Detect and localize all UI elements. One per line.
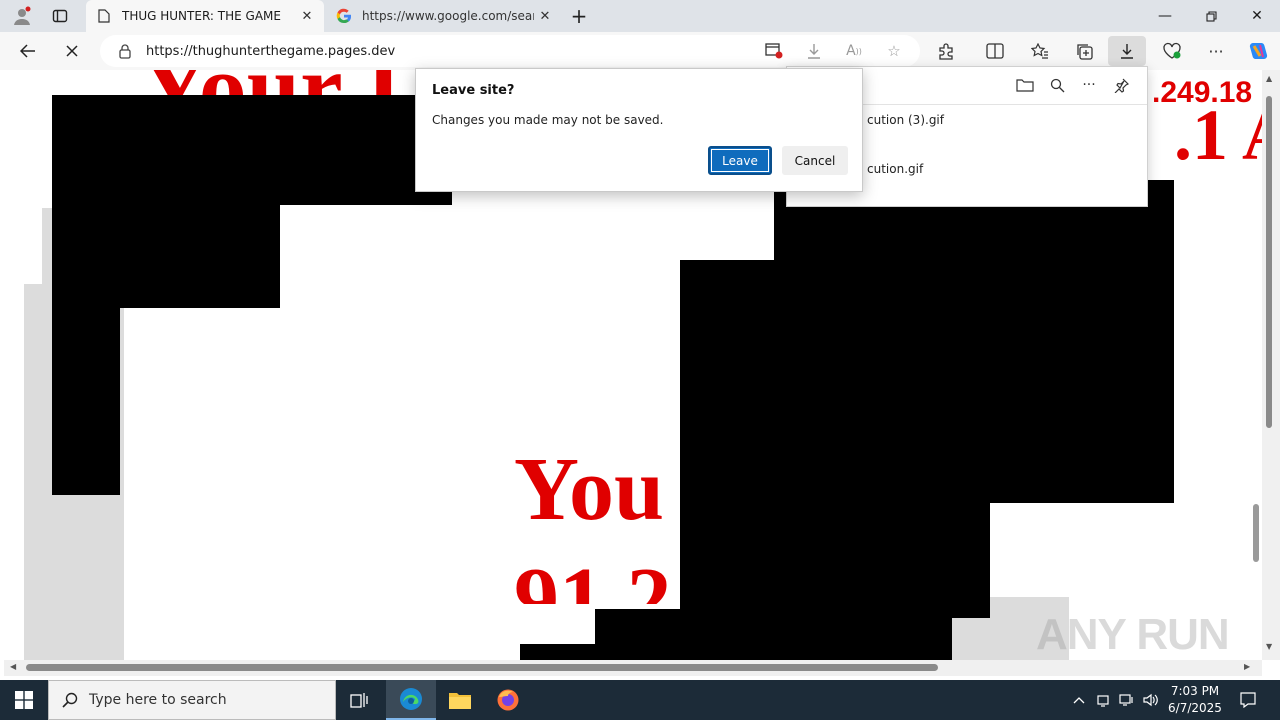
device-icon[interactable] <box>1092 680 1114 720</box>
scroll-thumb[interactable] <box>26 664 938 671</box>
google-icon <box>336 8 352 24</box>
search-placeholder: Type here to search <box>89 692 227 708</box>
cancel-button[interactable]: Cancel <box>782 146 848 175</box>
browser-essentials-icon[interactable] <box>1156 36 1188 66</box>
scroll-right-icon[interactable]: ▶ <box>1244 662 1250 671</box>
leave-button[interactable]: Leave <box>708 146 772 175</box>
search-icon[interactable] <box>1044 73 1070 97</box>
tab-google-search[interactable]: https://www.google.com/search ✕ <box>326 0 562 32</box>
taskbar: Type here to search 7:03 PM 6/7/2025 <box>0 680 1280 720</box>
pin-icon[interactable] <box>1108 73 1134 97</box>
popup-blocked-icon[interactable] <box>758 36 790 66</box>
favorite-star-icon[interactable]: ☆ <box>878 36 910 66</box>
address-bar[interactable]: https://thughunterthegame.pages.dev <box>100 35 920 67</box>
tab-strip: THUG HUNTER: THE GAME ✕ https://www.goog… <box>0 0 1280 32</box>
minimize-icon[interactable]: — <box>1142 0 1188 32</box>
restore-icon[interactable] <box>1188 0 1234 32</box>
network-icon[interactable] <box>1116 680 1138 720</box>
firefox-icon[interactable] <box>484 680 532 720</box>
copilot-icon[interactable] <box>1242 36 1274 66</box>
favorites-icon[interactable] <box>1024 36 1056 66</box>
tab-actions-icon[interactable] <box>48 4 72 28</box>
profile-avatar-icon[interactable] <box>10 4 34 28</box>
lock-icon[interactable] <box>116 42 134 60</box>
volume-icon[interactable] <box>1140 680 1162 720</box>
black-block <box>52 308 120 495</box>
anyrun-watermark: ANY RUN <box>1036 610 1230 659</box>
clock-date: 6/7/2025 <box>1168 701 1222 715</box>
close-window-icon[interactable]: ✕ <box>1234 0 1280 32</box>
taskbar-search-box[interactable]: Type here to search <box>48 680 336 720</box>
windows-start-icon[interactable] <box>0 680 48 720</box>
scroll-down-icon[interactable]: ▼ <box>1266 642 1272 651</box>
scroll-left-icon[interactable]: ◀ <box>10 662 16 671</box>
black-block <box>52 205 280 308</box>
close-icon[interactable]: ✕ <box>296 5 318 27</box>
close-icon[interactable]: ✕ <box>534 5 556 27</box>
read-aloud-icon[interactable]: A)) <box>838 36 870 66</box>
downloads-toolbar-icon[interactable] <box>1108 36 1146 66</box>
page-icon <box>96 8 112 24</box>
horizontal-scrollbar[interactable]: ◀ ▶ <box>4 660 1262 676</box>
navigation-bar: https://thughunterthegame.pages.dev A)) … <box>0 32 1280 70</box>
system-clock[interactable]: 7:03 PM 6/7/2025 <box>1162 683 1228 717</box>
download-icon[interactable] <box>798 36 830 66</box>
black-block <box>520 644 600 660</box>
tab-thug-hunter[interactable]: THUG HUNTER: THE GAME ✕ <box>86 0 324 32</box>
black-block <box>680 260 990 618</box>
dialog-message: Changes you made may not be saved. <box>432 113 664 127</box>
black-block <box>595 609 952 660</box>
new-tab-icon[interactable]: + <box>566 4 592 28</box>
red-ip-text: .1 A <box>1174 95 1262 175</box>
task-view-icon[interactable] <box>336 680 384 720</box>
scroll-up-icon[interactable]: ▲ <box>1266 74 1272 83</box>
black-block <box>52 95 452 205</box>
scroll-thumb[interactable] <box>1266 96 1272 428</box>
clock-time: 7:03 PM <box>1170 684 1220 698</box>
split-screen-icon[interactable] <box>979 36 1011 66</box>
edge-browser-icon[interactable] <box>386 680 436 720</box>
more-options-icon[interactable]: ··· <box>1076 73 1102 97</box>
stop-loading-icon[interactable] <box>56 36 88 66</box>
open-folder-icon[interactable] <box>1012 73 1038 97</box>
scroll-thumb-secondary[interactable] <box>1253 504 1259 562</box>
dialog-title: Leave site? <box>432 83 515 98</box>
extensions-icon[interactable] <box>930 36 962 66</box>
file-explorer-icon[interactable] <box>436 680 484 720</box>
search-icon <box>61 691 79 709</box>
vertical-scrollbar[interactable]: ▲ ▼ <box>1253 70 1280 660</box>
back-icon[interactable] <box>12 36 44 66</box>
collections-icon[interactable] <box>1068 36 1100 66</box>
red-heading-text: You <box>514 440 665 539</box>
download-file-name[interactable]: cution (3).gif <box>867 113 944 127</box>
more-options-icon[interactable]: ··· <box>1200 36 1232 66</box>
leave-site-dialog: Leave site? Changes you made may not be … <box>415 68 863 192</box>
tab-title: THUG HUNTER: THE GAME <box>122 9 281 23</box>
notification-center-icon[interactable] <box>1234 680 1262 720</box>
tab-title: https://www.google.com/search <box>362 9 534 23</box>
download-file-name[interactable]: cution.gif <box>867 162 923 176</box>
address-url: https://thughunterthegame.pages.dev <box>146 43 396 59</box>
red-ip-text: 91.2 <box>514 550 672 604</box>
show-hidden-icons[interactable] <box>1068 680 1090 720</box>
